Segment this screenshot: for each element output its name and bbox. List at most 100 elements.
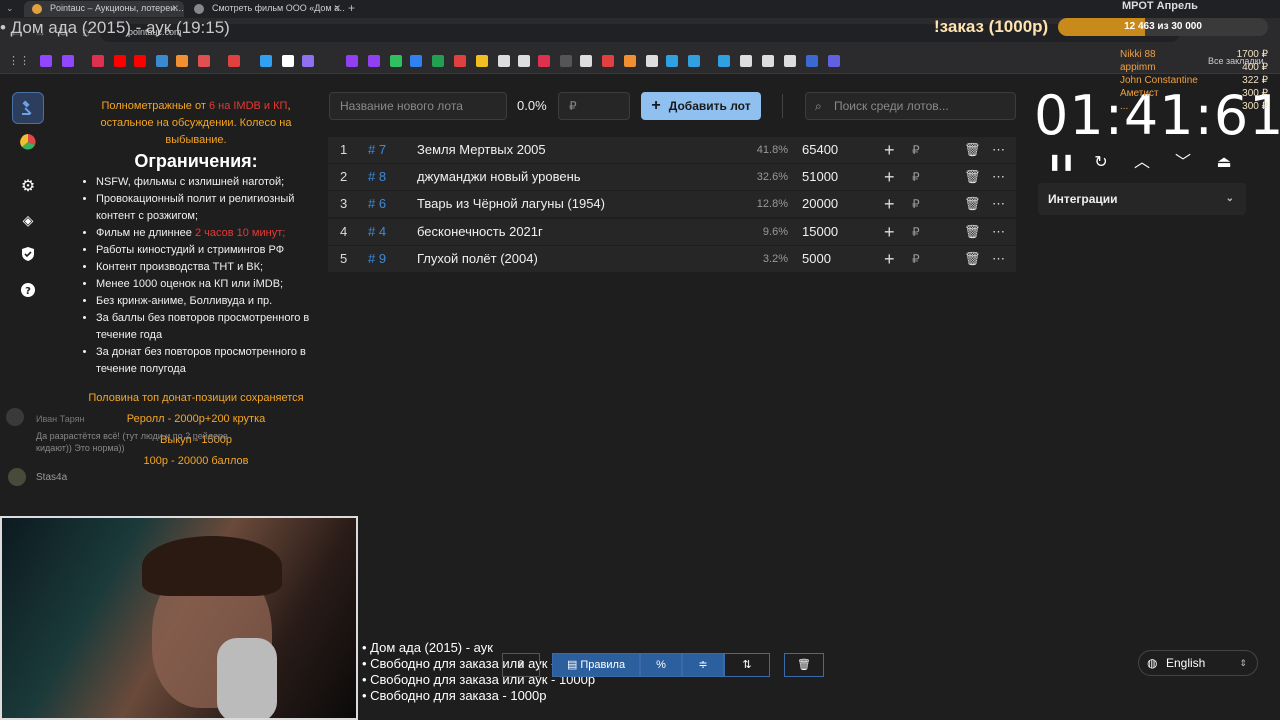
trash-icon[interactable]: 🗑 xyxy=(964,219,981,245)
pause-icon[interactable]: ❚❚ xyxy=(1048,152,1075,174)
lot-amount[interactable]: 15000 xyxy=(802,219,838,245)
table-row[interactable]: 4 # 4 бесконечность 2021г 9.6% 15000 + ₽… xyxy=(328,219,1016,245)
lot-amount[interactable]: 51000 xyxy=(802,164,838,190)
table-row[interactable]: 3 # 6 Тварь из Чёрной лагуны (1954) 12.8… xyxy=(328,191,1016,217)
add-amount-icon[interactable]: + xyxy=(884,219,895,245)
apps-grid-icon[interactable]: ⋮⋮ xyxy=(8,54,30,67)
telegram-bookmark-icon[interactable] xyxy=(666,55,678,67)
more-icon[interactable]: ⋯ xyxy=(992,246,1005,272)
lot-amount[interactable]: 5000 xyxy=(802,246,831,272)
bookmark-icon[interactable] xyxy=(828,55,840,67)
bookmark-icon[interactable] xyxy=(624,55,636,67)
more-icon[interactable]: ⋯ xyxy=(992,164,1005,190)
more-icon[interactable]: ⋯ xyxy=(992,219,1005,245)
close-tab-icon[interactable]: ✕ xyxy=(333,1,341,16)
bookmark-icon[interactable] xyxy=(368,55,380,67)
bookmark-icon[interactable] xyxy=(538,55,550,67)
lot-amount[interactable]: 65400 xyxy=(802,137,838,163)
bookmark-icon[interactable] xyxy=(432,55,444,67)
bookmark-icon[interactable] xyxy=(498,55,510,67)
twitch-bookmark-icon[interactable] xyxy=(40,55,52,67)
trash-icon[interactable]: 🗑 xyxy=(964,164,981,190)
trash-icon[interactable]: 🗑 xyxy=(964,137,981,163)
add-lot-button[interactable]: + Добавить лот xyxy=(641,92,761,120)
percent-toggle-icon[interactable]: % xyxy=(640,653,682,677)
lot-name[interactable]: джуманджи новый уровень xyxy=(417,164,581,190)
nav-shield-button[interactable] xyxy=(12,238,44,270)
bookmark-icon[interactable] xyxy=(454,55,466,67)
bookmark-icon[interactable] xyxy=(784,55,796,67)
bookmark-icon[interactable] xyxy=(390,55,402,67)
bookmark-icon[interactable] xyxy=(156,55,168,67)
lot-name-input[interactable]: Название нового лота xyxy=(329,92,507,120)
youtube-bookmark-icon[interactable] xyxy=(114,55,126,67)
nav-settings-button[interactable]: ⚙ xyxy=(12,170,44,202)
lot-name[interactable]: бесконечность 2021г xyxy=(417,219,543,245)
tab-movie[interactable]: Смотреть фильм ООО «Дом а… ✕ xyxy=(186,1,346,17)
bookmark-icon[interactable] xyxy=(198,55,210,67)
add-amount-icon[interactable]: + xyxy=(884,164,895,190)
bookmark-icon[interactable] xyxy=(580,55,592,67)
table-row[interactable]: 5 # 9 Глухой полёт (2004) 3.2% 5000 + ₽ … xyxy=(328,246,1016,272)
chevron-down-icon[interactable]: ﹀ xyxy=(1172,152,1194,174)
lot-name[interactable]: Земля Мертвых 2005 xyxy=(417,137,546,163)
add-amount-icon[interactable]: + xyxy=(884,246,895,272)
bookmark-icon[interactable] xyxy=(646,55,658,67)
trash-icon[interactable]: 🗑 xyxy=(964,246,981,272)
eject-icon[interactable]: ⏏ xyxy=(1213,152,1235,174)
more-icon[interactable]: ⋯ xyxy=(992,191,1005,217)
integrations-accordion[interactable]: Интеграции ⌄ xyxy=(1038,183,1246,215)
bookmark-icon[interactable] xyxy=(228,55,240,67)
more-icon[interactable]: ⋯ xyxy=(992,137,1005,163)
bookmark-icon[interactable] xyxy=(518,55,530,67)
add-amount-icon[interactable]: + xyxy=(884,191,895,217)
tab-pointauc[interactable]: Pointauc – Аукционы, лотереи… ✕ xyxy=(24,1,184,17)
table-row[interactable]: 1 # 7 Земля Мертвых 2005 41.8% 65400 + ₽… xyxy=(328,137,1016,163)
bookmark-icon[interactable] xyxy=(560,55,572,67)
amount-input[interactable]: ₽ xyxy=(558,92,630,120)
search-input[interactable]: ⌕ Поиск среди лотов... xyxy=(805,92,1016,120)
new-tab-icon[interactable]: + xyxy=(348,1,355,15)
bookmark-icon[interactable] xyxy=(740,55,752,67)
reset-icon[interactable]: ↻ xyxy=(1090,152,1112,174)
lot-id-link[interactable]: # 6 xyxy=(368,191,386,217)
sort-icon[interactable]: ⇅ xyxy=(724,653,770,677)
bookmark-icon[interactable] xyxy=(410,55,422,67)
mail-bookmark-icon[interactable] xyxy=(176,55,188,67)
chevron-up-icon[interactable]: ︿ xyxy=(1131,152,1153,174)
bookmark-icon[interactable] xyxy=(282,55,294,67)
rules-button[interactable]: ▤ Правила xyxy=(552,653,640,677)
telegram-bookmark-icon[interactable] xyxy=(688,55,700,67)
bookmark-icon[interactable] xyxy=(260,55,272,67)
table-row[interactable]: 2 # 8 джуманджи новый уровень 32.6% 5100… xyxy=(328,164,1016,190)
tab-list-icon[interactable]: ⌄ xyxy=(6,3,14,14)
lot-amount[interactable]: 20000 xyxy=(802,191,838,217)
bookmark-icon[interactable] xyxy=(476,55,488,67)
youtube-bookmark-icon[interactable] xyxy=(134,55,146,67)
clear-all-icon[interactable]: 🗑 xyxy=(784,653,824,677)
nav-wheel-button[interactable] xyxy=(12,126,44,158)
lot-name[interactable]: Глухой полёт (2004) xyxy=(417,246,538,272)
close-tab-icon[interactable]: ✕ xyxy=(171,1,179,16)
trash-icon[interactable]: 🗑 xyxy=(964,191,981,217)
compress-icon[interactable]: ≑ xyxy=(682,653,724,677)
bookmark-icon[interactable] xyxy=(346,55,358,67)
nav-layers-button[interactable]: ◈ xyxy=(12,204,44,236)
add-amount-icon[interactable]: + xyxy=(884,137,895,163)
twitch-bookmark-icon[interactable] xyxy=(62,55,74,67)
bookmark-icon[interactable] xyxy=(762,55,774,67)
bookmark-icon[interactable] xyxy=(92,55,104,67)
bookmark-icon[interactable] xyxy=(602,55,614,67)
lot-id-link[interactable]: # 4 xyxy=(368,219,386,245)
lot-id-link[interactable]: # 8 xyxy=(368,164,386,190)
import-icon[interactable]: ⇩ xyxy=(502,653,540,677)
lot-name[interactable]: Тварь из Чёрной лагуны (1954) xyxy=(417,191,605,217)
bookmark-icon[interactable] xyxy=(302,55,314,67)
lot-id-link[interactable]: # 7 xyxy=(368,137,386,163)
bookmark-icon[interactable] xyxy=(806,55,818,67)
bookmark-icon[interactable] xyxy=(718,55,730,67)
nav-auction-button[interactable] xyxy=(12,92,44,124)
lot-id-link[interactable]: # 9 xyxy=(368,246,386,272)
nav-help-button[interactable]: ? xyxy=(12,274,44,306)
language-select[interactable]: ◍ English ⇕ xyxy=(1138,650,1258,676)
